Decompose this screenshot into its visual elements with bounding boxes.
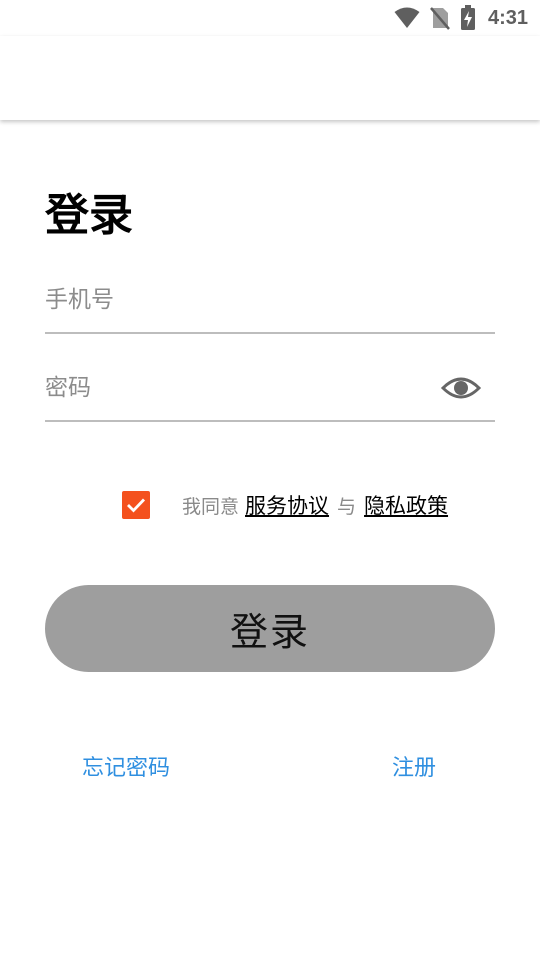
agreement-connector: 与 xyxy=(337,495,357,518)
phone-input[interactable] xyxy=(45,280,425,320)
password-field xyxy=(45,360,495,422)
login-button[interactable]: 登录 xyxy=(45,585,495,672)
status-bar: 4:31 xyxy=(0,0,540,36)
agreement-row: 我同意 服务协议 与 隐私政策 xyxy=(122,489,448,521)
no-sim-icon xyxy=(430,6,450,30)
service-agreement-link[interactable]: 服务协议 xyxy=(245,490,329,520)
eye-icon[interactable] xyxy=(440,372,482,404)
agreement-prefix: 我同意 xyxy=(182,495,240,518)
agreement-checkbox[interactable] xyxy=(122,491,150,519)
check-icon xyxy=(127,498,146,513)
privacy-policy-link[interactable]: 隐私政策 xyxy=(364,490,448,520)
wifi-icon xyxy=(394,7,420,29)
status-time: 4:31 xyxy=(487,6,528,29)
phone-field xyxy=(45,272,495,334)
page-title: 登录 xyxy=(45,190,133,241)
password-input[interactable] xyxy=(45,368,425,408)
battery-charging-icon xyxy=(460,5,476,31)
toolbar xyxy=(0,36,540,120)
register-link[interactable]: 注册 xyxy=(392,754,436,784)
status-icons: 4:31 xyxy=(394,4,528,32)
forgot-password-link[interactable]: 忘记密码 xyxy=(82,754,170,784)
